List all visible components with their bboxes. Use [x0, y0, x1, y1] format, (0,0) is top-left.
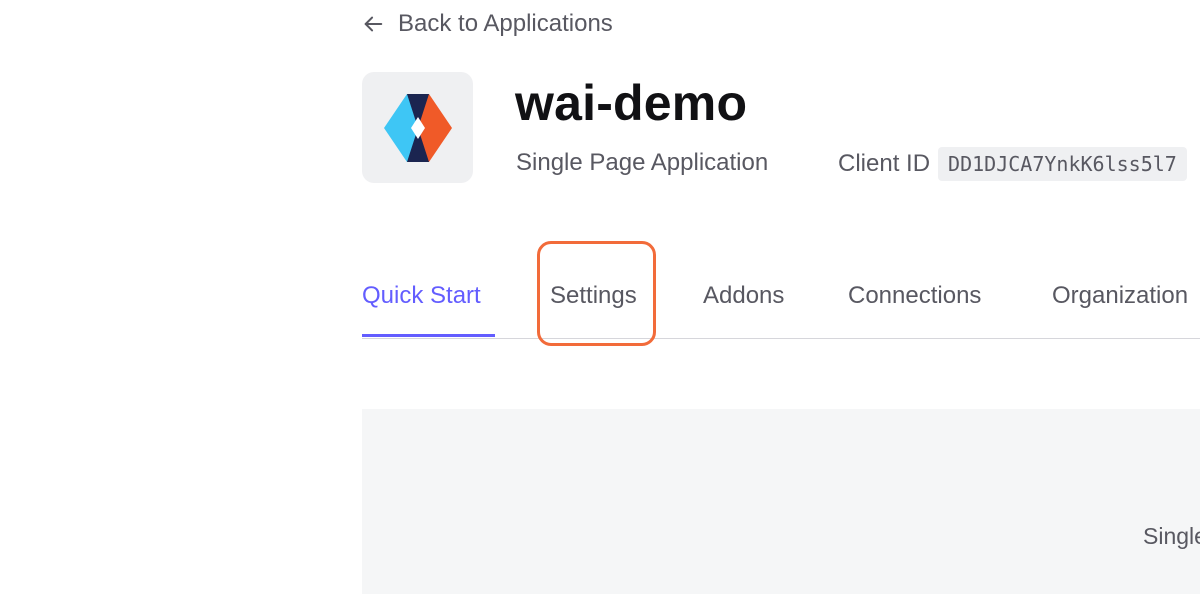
- quick-start-panel: Single: [362, 409, 1200, 594]
- back-to-applications-link[interactable]: Back to Applications: [362, 10, 613, 38]
- active-tab-indicator: [362, 334, 495, 337]
- application-tabs: Quick Start Settings Addons Connections …: [362, 270, 1200, 339]
- app-logo: [362, 72, 473, 183]
- application-page: Back to Applications wai-demo Single Pag…: [0, 0, 1200, 594]
- arrow-left-icon: [364, 16, 383, 32]
- app-type-label: Single Page Application: [516, 149, 769, 176]
- tab-addons[interactable]: Addons: [703, 282, 784, 310]
- tab-connections[interactable]: Connections: [848, 282, 981, 310]
- client-id-value[interactable]: DD1DJCA7YnkK6lss5l7: [938, 147, 1187, 181]
- app-logo-icon: [383, 93, 452, 162]
- back-link-label: Back to Applications: [398, 10, 613, 37]
- client-id: Client ID DD1DJCA7YnkK6lss5l7: [838, 147, 1187, 181]
- app-name-heading: wai-demo: [515, 75, 748, 131]
- tab-organization[interactable]: Organization: [1052, 282, 1188, 310]
- tab-quick-start[interactable]: Quick Start: [362, 282, 481, 310]
- panel-text: Single: [1143, 523, 1200, 549]
- tab-settings[interactable]: Settings: [550, 282, 637, 310]
- client-id-label: Client ID: [838, 150, 931, 177]
